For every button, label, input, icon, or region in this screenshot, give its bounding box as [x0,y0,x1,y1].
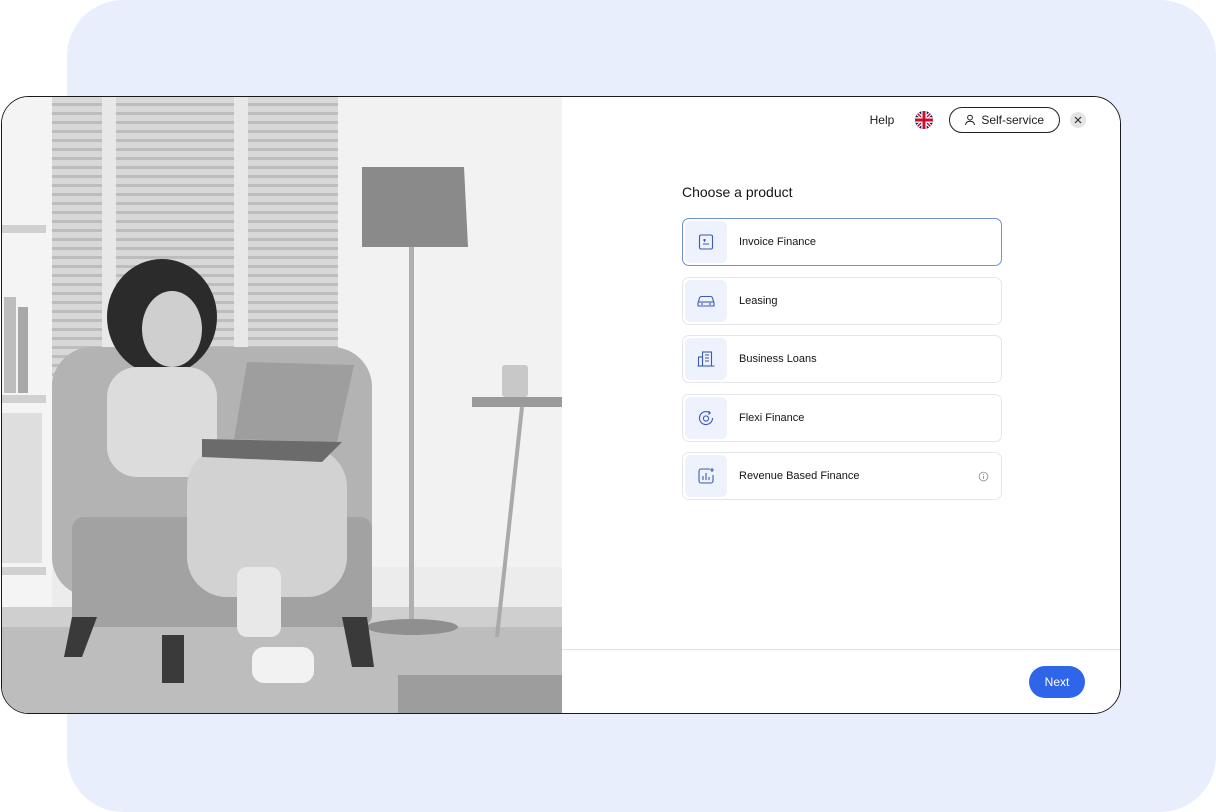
top-bar: Help Self-service [870,107,1086,133]
next-button[interactable]: Next [1029,666,1085,698]
user-icon [965,114,976,126]
product-option-leasing[interactable]: Leasing [682,276,1002,325]
product-label: Revenue Based Finance [739,470,860,482]
invoice-icon [685,221,727,263]
product-dialog: Help Self-service Choose a product Invoi… [1,96,1121,714]
product-option-revenue-based-finance[interactable]: Revenue Based Finance [682,452,1002,500]
self-service-button[interactable]: Self-service [949,107,1060,133]
product-label: Leasing [739,294,778,307]
product-label: Invoice Finance [739,236,817,248]
product-list: Invoice Finance Leasing Business Loans F… [682,218,1002,511]
footer-divider [562,649,1120,650]
self-service-label: Self-service [981,113,1044,127]
info-icon[interactable] [978,471,989,482]
page-title: Choose a product [682,184,793,200]
product-option-invoice-finance[interactable]: Invoice Finance [682,218,1002,266]
product-panel: Help Self-service Choose a product Invoi… [562,97,1120,713]
product-label: Flexi Finance [739,411,805,424]
building-icon [685,338,727,380]
car-icon [685,279,727,322]
close-icon [1074,116,1082,124]
refresh-coin-icon [685,396,727,439]
hero-photo [2,97,562,713]
chart-icon [685,455,727,497]
help-link[interactable]: Help [870,113,895,127]
uk-flag-icon[interactable] [915,111,934,129]
product-option-flexi-finance[interactable]: Flexi Finance [682,393,1002,442]
close-button[interactable] [1070,112,1086,128]
product-option-business-loans[interactable]: Business Loans [682,335,1002,383]
product-label: Business Loans [739,353,817,365]
